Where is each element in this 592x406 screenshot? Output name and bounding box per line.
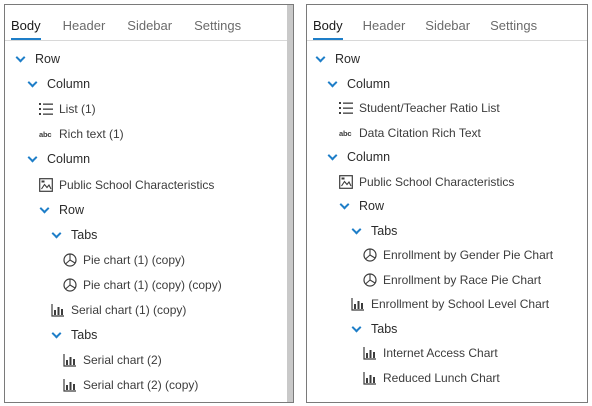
- left-structure-panel: Body Header Sidebar Settings Row Column …: [4, 4, 294, 403]
- bar-chart-icon: [363, 371, 377, 385]
- tree-node-pie-chart[interactable]: Enrollment by Race Pie Chart: [307, 268, 579, 292]
- tree-node-tabs[interactable]: Tabs: [307, 317, 579, 341]
- tree-node-row[interactable]: Row: [5, 47, 285, 71]
- tree-node-row[interactable]: Row: [307, 194, 579, 218]
- chevron-down-icon[interactable]: [327, 78, 339, 90]
- tree-node-label: Column: [47, 77, 91, 91]
- tree-node-tabs[interactable]: Tabs: [5, 323, 285, 347]
- text-icon: abc: [339, 128, 352, 138]
- panel-tabs: Body Header Sidebar Settings: [5, 5, 293, 41]
- tree-node-pie-chart[interactable]: Enrollment by Gender Pie Chart: [307, 243, 579, 267]
- chevron-down-icon[interactable]: [315, 53, 327, 65]
- tree-node-column[interactable]: Column: [307, 72, 579, 96]
- tab-sidebar[interactable]: Sidebar: [127, 5, 172, 40]
- tree-node-label: Rich text (1): [59, 127, 124, 141]
- tab-sidebar[interactable]: Sidebar: [425, 5, 470, 40]
- tree-node-label: Tabs: [71, 328, 98, 342]
- tree-node-pie-chart[interactable]: Pie chart (1) (copy): [5, 248, 285, 272]
- list-icon: [339, 101, 353, 115]
- tree-node-label: Tabs: [71, 228, 98, 242]
- tree-node-label: Tabs: [371, 322, 398, 336]
- bar-chart-icon: [63, 378, 77, 392]
- chevron-down-icon[interactable]: [351, 323, 363, 335]
- chevron-down-icon[interactable]: [327, 151, 339, 163]
- pie-chart-icon: [63, 278, 77, 292]
- tree-node-label: Public School Characteristics: [359, 175, 515, 189]
- tree-node-serial-chart[interactable]: Serial chart (2) (copy): [5, 373, 285, 397]
- tree-node-serial-chart[interactable]: Reduced Lunch Chart: [307, 366, 579, 390]
- chevron-down-icon[interactable]: [51, 329, 63, 341]
- tree-node-row[interactable]: Row: [307, 47, 579, 71]
- tree-node-rich-text[interactable]: abc Rich text (1): [5, 122, 285, 146]
- tree-node-label: Column: [47, 152, 91, 166]
- tree-node-row[interactable]: Row: [5, 198, 285, 222]
- bar-chart-icon: [351, 297, 365, 311]
- tree-node-label: Column: [347, 77, 391, 91]
- tree-node-label: Public School Characteristics: [59, 178, 215, 192]
- tree-node-label: List (1): [59, 102, 96, 116]
- tree-node-serial-chart[interactable]: Serial chart (2): [5, 348, 285, 372]
- tree-node-list[interactable]: Student/Teacher Ratio List: [307, 96, 579, 120]
- chevron-down-icon[interactable]: [27, 153, 39, 165]
- pie-chart-icon: [363, 273, 377, 287]
- right-structure-panel: Body Header Sidebar Settings Row Column …: [306, 4, 588, 403]
- tree-node-label: Reduced Lunch Chart: [383, 371, 500, 385]
- tree-node-label: Internet Access Chart: [383, 346, 498, 360]
- tree-node-label: Row: [35, 52, 61, 66]
- tree-node-list[interactable]: List (1): [5, 97, 285, 121]
- tree-node-label: Enrollment by Gender Pie Chart: [383, 248, 554, 262]
- tree-node-rich-text[interactable]: abc Data Citation Rich Text: [307, 121, 579, 145]
- tree-node-label: Row: [359, 199, 385, 213]
- chevron-down-icon[interactable]: [39, 204, 51, 216]
- chevron-down-icon[interactable]: [351, 225, 363, 237]
- pie-chart-icon: [63, 253, 77, 267]
- tree-node-label: Tabs: [371, 224, 398, 238]
- bar-chart-icon: [51, 303, 65, 317]
- tree-node-label: Serial chart (2): [83, 353, 162, 367]
- tab-header[interactable]: Header: [63, 5, 106, 40]
- tab-header[interactable]: Header: [363, 5, 406, 40]
- tree-node-serial-chart[interactable]: Enrollment by School Level Chart: [307, 292, 579, 316]
- list-icon: [39, 102, 53, 116]
- image-icon: [39, 178, 53, 192]
- tree-node-label: Serial chart (2) (copy): [83, 378, 199, 392]
- chevron-down-icon[interactable]: [339, 200, 351, 212]
- tree-node-label: Pie chart (1) (copy) (copy): [83, 278, 222, 292]
- tree-node-tabs[interactable]: Tabs: [5, 223, 285, 247]
- text-icon: abc: [39, 129, 52, 139]
- tree-node-column[interactable]: Column: [307, 145, 579, 169]
- chevron-down-icon[interactable]: [51, 229, 63, 241]
- vertical-scrollbar[interactable]: [287, 5, 293, 402]
- tree-node-pie-chart[interactable]: Pie chart (1) (copy) (copy): [5, 273, 285, 297]
- tree-node-label: Pie chart (1) (copy): [83, 253, 186, 267]
- chevron-down-icon[interactable]: [27, 78, 39, 90]
- tab-settings[interactable]: Settings: [194, 5, 241, 40]
- tree-node-tabs[interactable]: Tabs: [307, 219, 579, 243]
- tree-node-label: Row: [335, 52, 361, 66]
- tree-node-column[interactable]: Column: [5, 72, 285, 96]
- tree-node-image[interactable]: Public School Characteristics: [307, 170, 579, 194]
- tree-node-serial-chart[interactable]: Serial chart (1) (copy): [5, 298, 285, 322]
- tab-body[interactable]: Body: [11, 5, 41, 40]
- tree-node-image[interactable]: Public School Characteristics: [5, 173, 285, 197]
- image-icon: [339, 175, 353, 189]
- panel-tabs: Body Header Sidebar Settings: [307, 5, 587, 41]
- bar-chart-icon: [63, 353, 77, 367]
- bar-chart-icon: [363, 346, 377, 360]
- tree-node-label: Row: [59, 203, 85, 217]
- tree-node-label: Enrollment by School Level Chart: [371, 297, 550, 311]
- tree-node-label: Enrollment by Race Pie Chart: [383, 273, 542, 287]
- tab-body[interactable]: Body: [313, 5, 343, 40]
- pie-chart-icon: [363, 248, 377, 262]
- tree-node-column[interactable]: Column: [5, 147, 285, 171]
- tree-node-label: Column: [347, 150, 391, 164]
- chevron-down-icon[interactable]: [15, 53, 27, 65]
- tree-node-label: Student/Teacher Ratio List: [359, 101, 500, 115]
- tree-node-label: Serial chart (1) (copy): [71, 303, 187, 317]
- tree-node-serial-chart[interactable]: Internet Access Chart: [307, 341, 579, 365]
- tree-node-label: Data Citation Rich Text: [359, 126, 481, 140]
- tab-settings[interactable]: Settings: [490, 5, 537, 40]
